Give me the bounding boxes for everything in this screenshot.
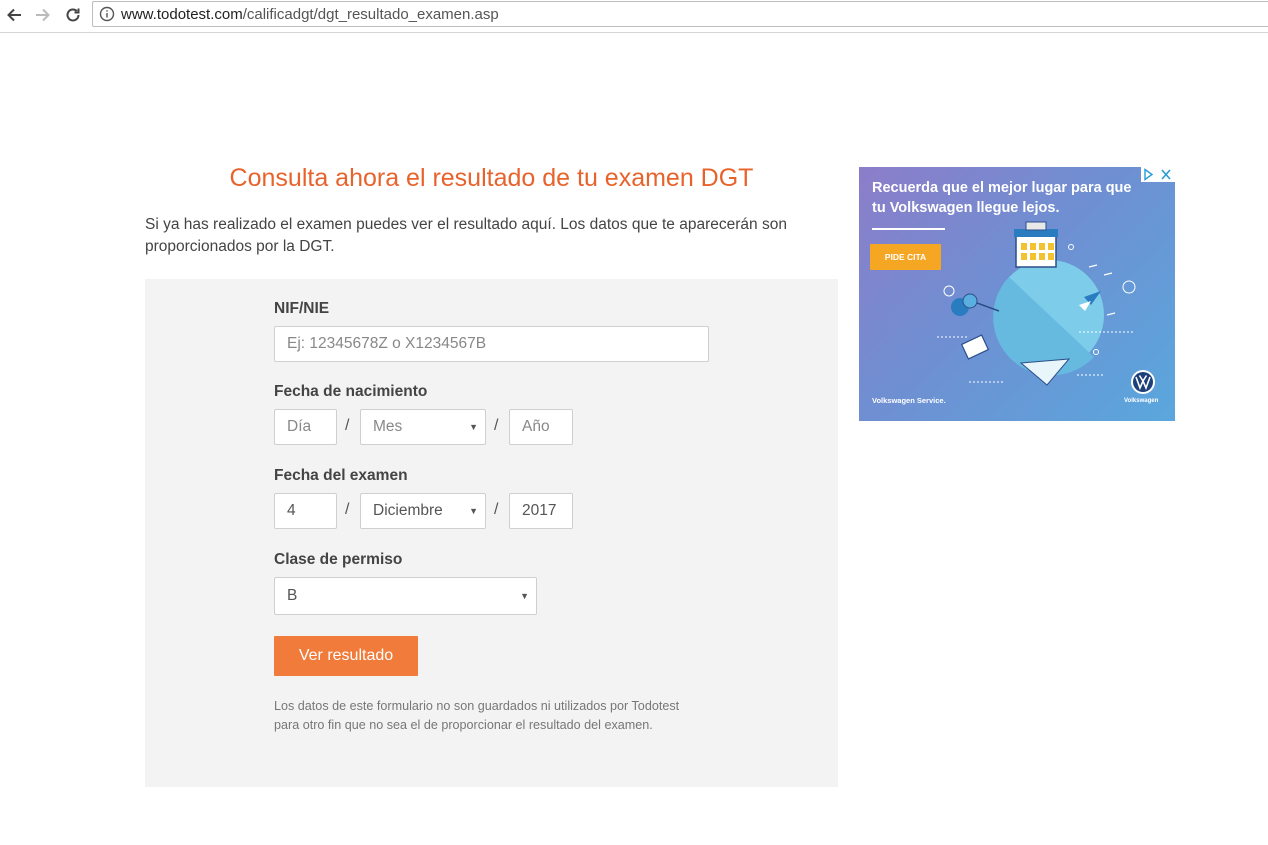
license-class-value: B [287,587,298,604]
date-separator: / [494,417,499,434]
view-result-button[interactable]: Ver resultado [274,636,418,676]
birth-month-select[interactable]: Mes ▼ [360,409,486,445]
nif-label: NIF/NIE [274,300,330,317]
globe-illustration [937,221,1136,386]
address-bar[interactable]: www.todotest.com/calificadgt/dgt_resulta… [92,1,1268,27]
date-separator: / [494,501,499,518]
adchoices-icon[interactable] [1141,167,1175,182]
forward-icon[interactable] [31,3,55,27]
exam-date-label: Fecha del examen [274,467,408,484]
birth-date-label: Fecha de nacimiento [274,383,428,400]
intro-text: Si ya has realizado el examen puedes ver… [145,216,787,255]
exam-month-select[interactable]: Diciembre ▼ [360,493,486,529]
ad-headline: Recuerda que el mejor lugar para que tu … [872,180,1132,216]
ad-service-text: Volkswagen Service. [872,396,946,405]
chevron-down-icon: ▼ [469,422,478,432]
url-host: www.todotest.com [121,6,243,23]
volkswagen-ad[interactable]: Recuerda que el mejor lugar para que tu … [859,167,1175,421]
exam-year-input[interactable]: 2017 [509,493,573,529]
birth-year-input[interactable]: Año [509,409,573,445]
browser-toolbar: www.todotest.com/calificadgt/dgt_resulta… [0,0,1268,33]
info-icon[interactable] [99,6,115,22]
license-class-select[interactable]: B ▼ [274,577,537,615]
page-title: Consulta ahora el resultado de tu examen… [229,164,754,192]
url-text: www.todotest.com/calificadgt/dgt_resulta… [121,6,499,23]
nif-input[interactable]: Ej: 12345678Z o X1234567B [274,326,709,362]
back-icon[interactable] [2,3,26,27]
date-separator: / [345,501,350,518]
birth-month-value: Mes [373,418,403,435]
license-class-label: Clase de permiso [274,551,403,568]
volkswagen-logo-icon [1131,370,1155,394]
exam-day-input[interactable]: 4 [274,493,337,529]
privacy-note: Los datos de este formulario no son guar… [274,699,680,732]
url-path: /calificadgt/dgt_resultado_examen.asp [242,6,499,23]
ad-brand-text: Volkswagen [1124,398,1159,404]
date-separator: / [345,417,350,434]
result-form: NIF/NIE Ej: 12345678Z o X1234567B Fecha … [145,279,838,787]
birth-day-input[interactable]: Día [274,409,337,445]
chevron-down-icon: ▼ [520,591,529,601]
chevron-down-icon: ▼ [469,506,478,516]
reload-icon[interactable] [61,3,85,27]
exam-month-value: Diciembre [373,502,443,519]
